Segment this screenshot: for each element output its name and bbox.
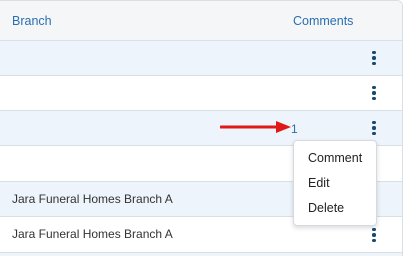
kebab-menu-icon[interactable] — [368, 119, 380, 137]
table-header-row: Branch Comments — [0, 1, 402, 41]
table-row — [0, 41, 402, 76]
red-arrow-icon — [220, 121, 291, 133]
column-header-comments[interactable]: Comments — [293, 14, 353, 28]
comment-count-link[interactable]: 1 — [291, 122, 298, 136]
menu-item-edit[interactable]: Edit — [294, 171, 376, 196]
branch-cell: Jara Funeral Homes Branch A — [12, 192, 173, 206]
kebab-menu-icon[interactable] — [368, 49, 380, 67]
menu-item-delete[interactable]: Delete — [294, 196, 376, 221]
table-row — [0, 76, 402, 111]
kebab-menu-icon[interactable] — [368, 84, 380, 102]
menu-item-comment[interactable]: Comment — [294, 146, 376, 171]
kebab-menu-icon[interactable] — [368, 226, 380, 244]
row-actions-menu: Comment Edit Delete — [293, 140, 377, 226]
column-header-branch[interactable]: Branch — [12, 14, 52, 28]
branch-cell: Jara Funeral Homes Branch A — [12, 227, 173, 241]
